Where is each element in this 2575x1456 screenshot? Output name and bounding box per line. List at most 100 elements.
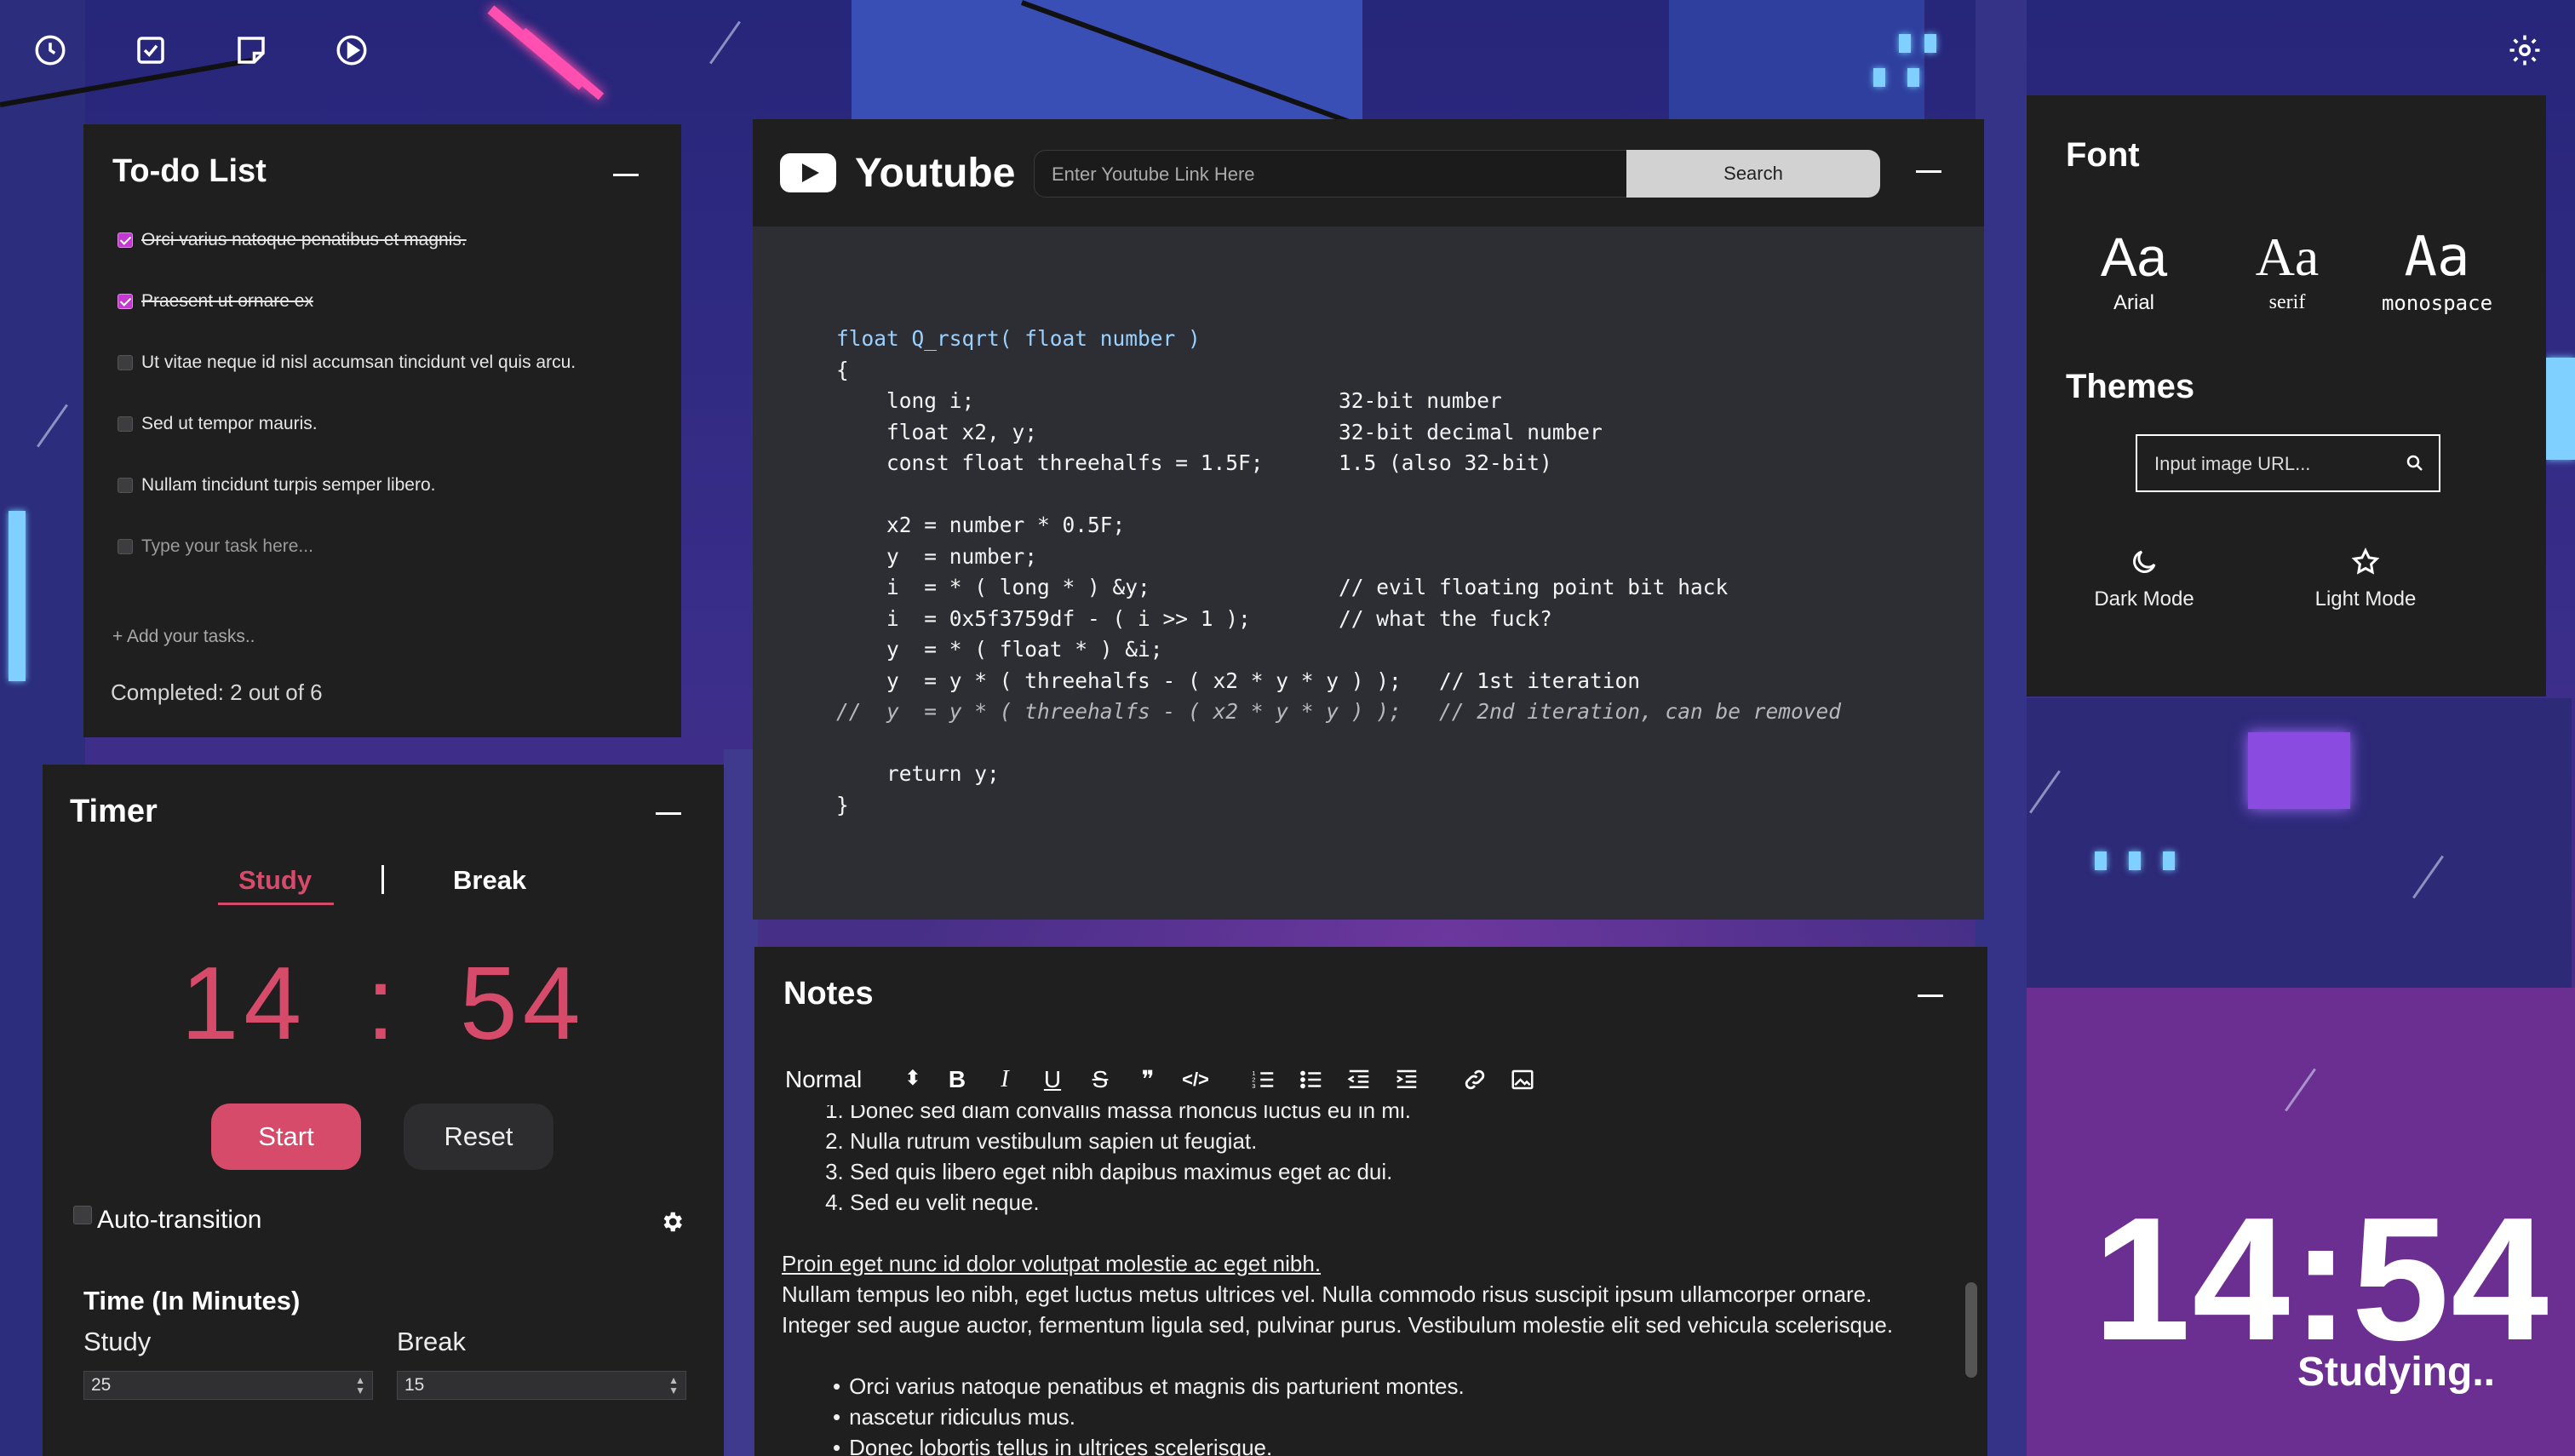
youtube-link-input[interactable]: Enter Youtube Link Here [1034, 150, 1630, 198]
task-item[interactable]: Orci varius natoque penatibus et magnis. [118, 230, 467, 250]
timer-seconds: 54 [459, 945, 586, 1061]
auto-transition-toggle[interactable]: Auto-transition [73, 1206, 261, 1235]
gear-icon[interactable] [2507, 32, 2543, 68]
code-line: y = y * ( threehalfs - ( x2 * y * y ) );… [836, 668, 1641, 693]
italic-icon[interactable]: I [981, 1064, 1029, 1095]
dark-mode-button[interactable]: Dark Mode [2033, 547, 2255, 611]
task-checkbox[interactable] [118, 416, 133, 432]
code-line: { [836, 357, 849, 382]
outdent-icon[interactable] [1335, 1064, 1383, 1095]
timer-panel: Timer Study Break 14 : 54 Start Reset Au… [43, 765, 724, 1456]
image-icon[interactable] [1499, 1064, 1546, 1095]
list-item: Sed quis libero eget nibh dapibus maximu… [850, 1156, 1948, 1187]
task-item[interactable]: Nullam tincidunt turpis semper libero. [118, 475, 435, 496]
notes-link[interactable]: Proin eget nunc id dolor volutpat molest… [782, 1248, 1948, 1279]
link-icon[interactable] [1451, 1064, 1499, 1095]
list-item: Donec lobortis tellus in ultrices sceler… [833, 1432, 1948, 1456]
underline-icon[interactable]: U [1029, 1064, 1076, 1095]
play-icon[interactable] [334, 32, 370, 68]
font-option-serif[interactable]: Aa serif [2202, 223, 2372, 314]
strikethrough-icon[interactable]: S [1076, 1064, 1124, 1095]
break-length-input[interactable]: 15 ▲ ▼ [397, 1371, 686, 1400]
notes-panel: Notes Normal B I U S ❞ </> 123 Donec s [754, 947, 1987, 1456]
reset-button[interactable]: Reset [404, 1103, 553, 1170]
list-item: nascetur ridiculus mus. [833, 1402, 1948, 1432]
code-line: float x2, y; 32-bit decimal number [836, 419, 1603, 444]
task-item[interactable]: Ut vitae neque id nisl accumsan tincidun… [118, 353, 576, 373]
auto-transition-checkbox[interactable] [73, 1206, 92, 1224]
timer-colon: : [366, 945, 400, 1061]
indent-icon[interactable] [1383, 1064, 1431, 1095]
clock-icon[interactable] [32, 32, 68, 68]
task-text: Praesent ut ornare ex [141, 291, 313, 311]
study-stepper-icon[interactable]: ▲ ▼ [355, 1375, 365, 1396]
font-option-arial[interactable]: Aa Arial [2049, 223, 2219, 315]
tab-break[interactable]: Break [453, 865, 526, 896]
code-icon[interactable]: </> [1172, 1064, 1219, 1095]
notes-title: Notes [783, 976, 874, 1012]
break-length-value: 15 [404, 1375, 425, 1395]
task-checkbox[interactable] [118, 355, 133, 370]
image-url-input[interactable]: Input image URL... [2136, 434, 2440, 492]
quote-icon[interactable]: ❞ [1124, 1064, 1172, 1095]
notes-minimize-button[interactable] [1918, 995, 1943, 997]
tab-study[interactable]: Study [238, 865, 312, 896]
notes-icon[interactable] [233, 32, 269, 68]
notes-editor[interactable]: Donec sed diam convallis massa rhoncus l… [782, 1105, 1948, 1456]
dark-mode-label: Dark Mode [2094, 588, 2194, 610]
ordered-list-icon[interactable]: 123 [1240, 1064, 1288, 1095]
new-task-input[interactable]: Type your task here... [118, 536, 313, 557]
timer-minimize-button[interactable] [656, 812, 681, 815]
editor-toolbar: Normal B I U S ❞ </> 123 [785, 1063, 1546, 1097]
study-length-input[interactable]: 25 ▲ ▼ [83, 1371, 373, 1400]
moon-icon [2133, 550, 2156, 573]
list-item: Donec sed diam convallis massa rhoncus l… [850, 1105, 1948, 1126]
task-checkbox[interactable] [118, 232, 133, 248]
font-sample: Aa [2255, 226, 2320, 287]
code-line: y = * ( float * ) &i; [836, 637, 1163, 662]
font-option-monospace[interactable]: Aa monospace [2352, 223, 2522, 315]
notes-paragraph: Integer sed augue auctor, fermentum ligu… [782, 1312, 1894, 1338]
youtube-panel: Youtube Enter Youtube Link Here Search f… [753, 119, 1984, 920]
active-tab-underline [218, 903, 334, 905]
image-url-placeholder: Input image URL... [2154, 453, 2311, 474]
list-item: Sed eu velit neque. [850, 1187, 1948, 1218]
completed-count: Completed: 2 out of 6 [111, 679, 323, 705]
light-mode-button[interactable]: Light Mode [2255, 547, 2476, 611]
bold-icon[interactable]: B [933, 1064, 981, 1095]
notes-scrollbar[interactable] [1965, 1282, 1977, 1378]
todo-minimize-button[interactable] [613, 174, 639, 176]
todo-title: To-do List [112, 153, 267, 189]
font-sample: Aa [2404, 226, 2470, 289]
timer-settings-gear-icon[interactable] [659, 1209, 685, 1235]
add-task-button[interactable]: + Add your tasks.. [112, 627, 255, 647]
svg-text:3: 3 [1252, 1082, 1255, 1090]
code-line: x2 = number * 0.5F; [836, 513, 1126, 537]
font-theme-panel: Font Aa Arial Aa serif Aa monospace Them… [2027, 95, 2546, 696]
code-line: } [836, 792, 849, 817]
start-button[interactable]: Start [211, 1103, 361, 1170]
font-option-label: serif [2268, 291, 2306, 313]
task-checkbox[interactable] [118, 294, 133, 309]
code-line: // y = y * ( threehalfs - ( x2 * y * y )… [836, 699, 1842, 724]
new-task-placeholder[interactable]: Type your task here... [141, 536, 313, 557]
youtube-minimize-button[interactable] [1916, 170, 1941, 173]
task-item[interactable]: Sed ut tempor mauris. [118, 414, 318, 434]
checklist-icon[interactable] [133, 32, 169, 68]
code-line: const float threehalfs = 1.5F; 1.5 (also… [836, 450, 1552, 475]
task-checkbox[interactable] [118, 539, 133, 554]
tab-separator [381, 865, 384, 894]
search-icon[interactable] [2405, 453, 2425, 473]
auto-transition-label: Auto-transition [97, 1206, 262, 1234]
break-length-label: Break [397, 1327, 466, 1356]
break-stepper-icon[interactable]: ▲ ▼ [668, 1375, 679, 1396]
task-checkbox[interactable] [118, 478, 133, 493]
font-title: Font [2066, 136, 2140, 174]
task-item[interactable]: Praesent ut ornare ex [118, 291, 313, 312]
youtube-title: Youtube [855, 151, 1016, 196]
youtube-search-button[interactable]: Search [1626, 150, 1880, 198]
list-item: Orci varius natoque penatibus et magnis … [833, 1371, 1948, 1402]
task-text: Nullam tincidunt turpis semper libero. [141, 475, 436, 495]
bullet-list-icon[interactable] [1288, 1064, 1335, 1095]
format-select[interactable]: Normal [785, 1066, 933, 1093]
